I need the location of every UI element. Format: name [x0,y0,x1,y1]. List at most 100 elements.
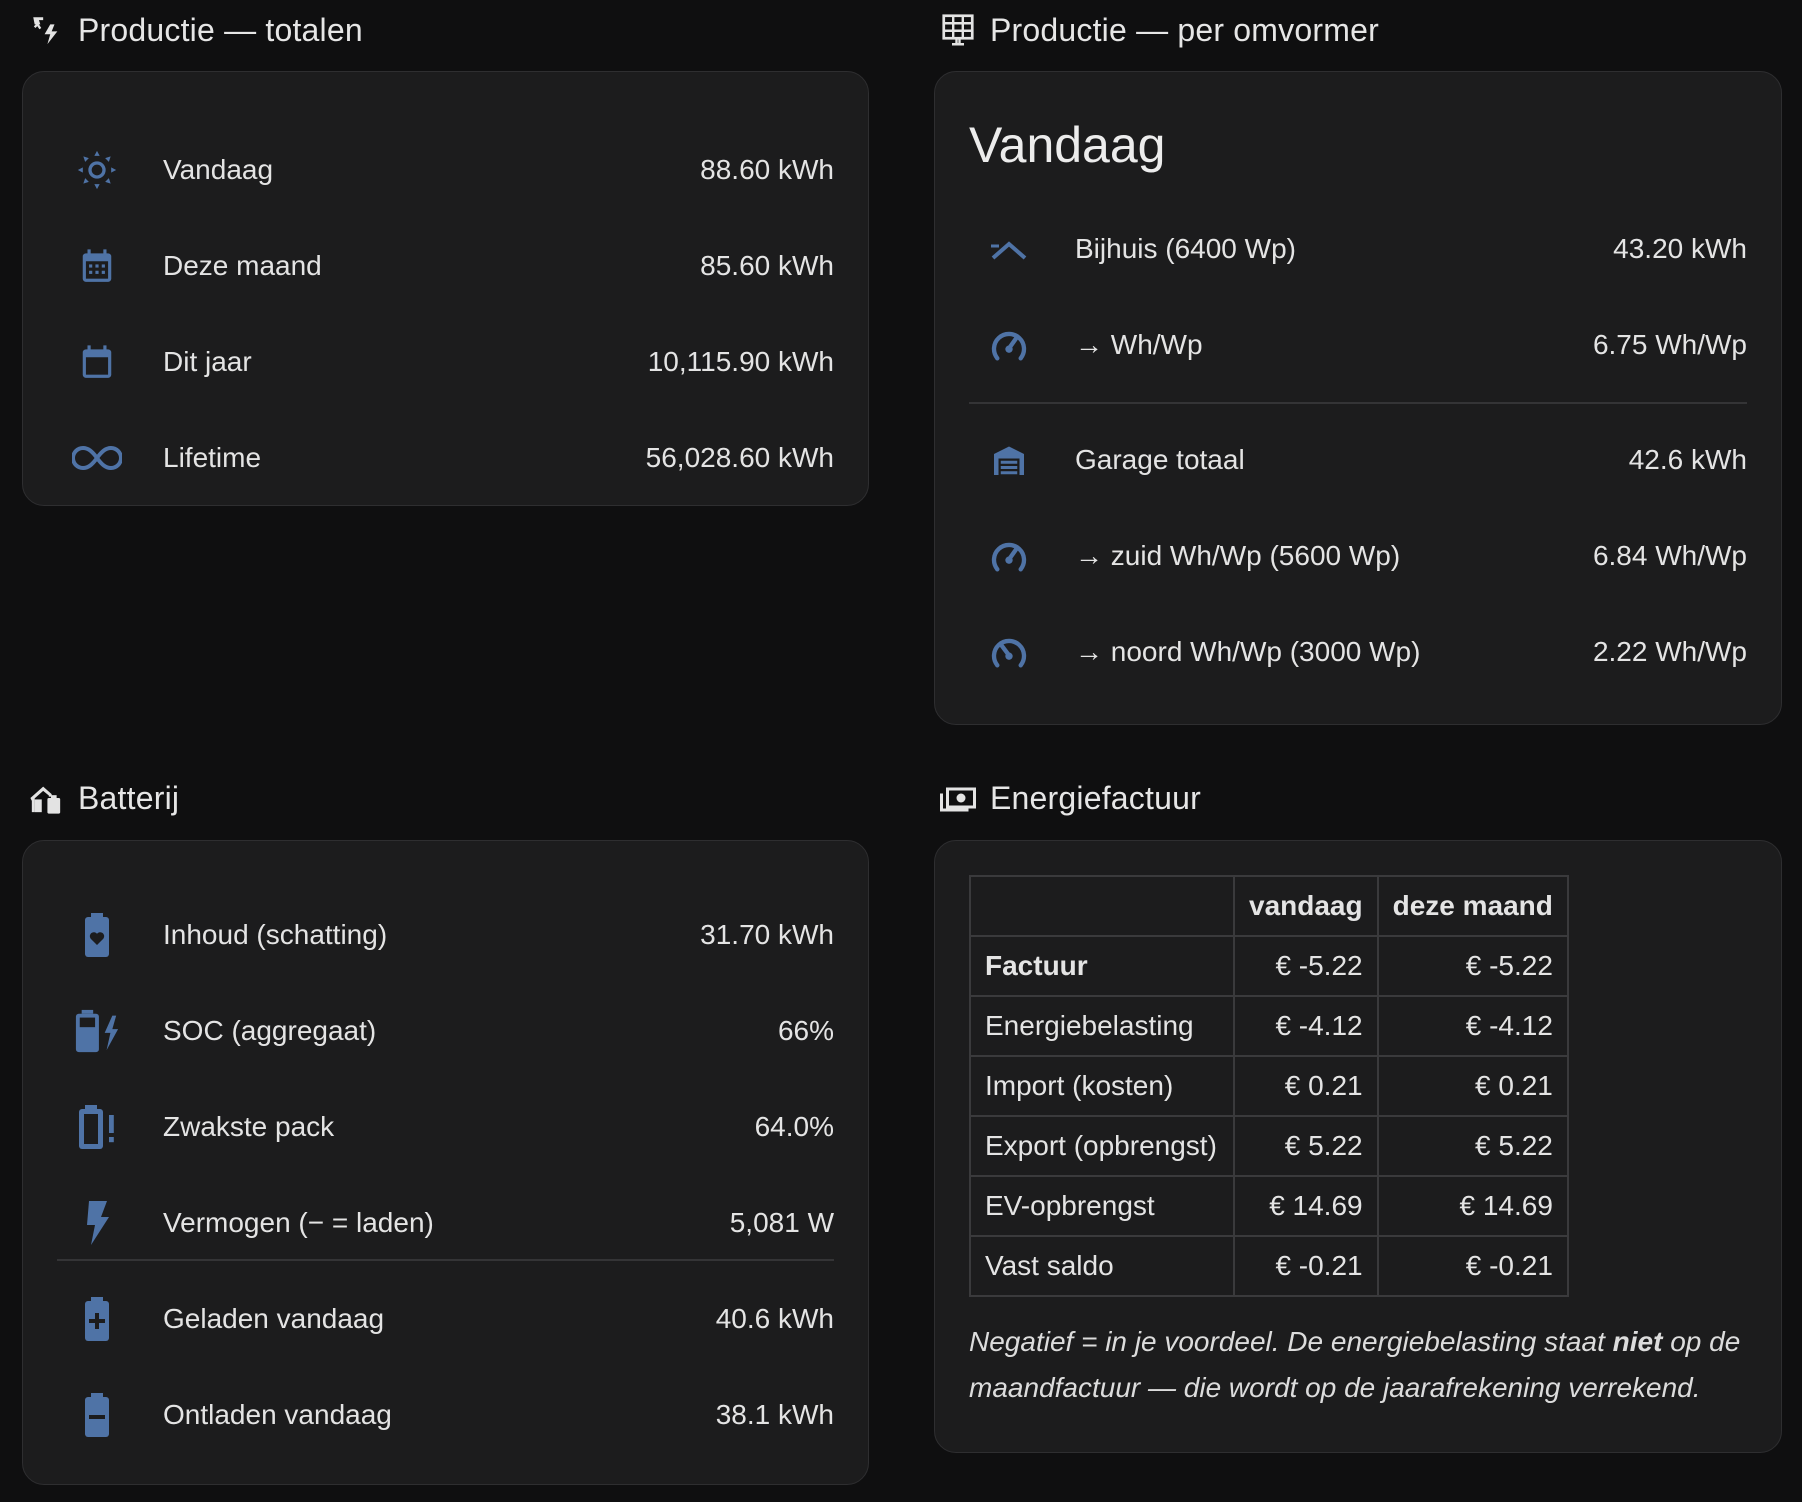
infinity-icon [61,443,133,473]
row-value: 40.6 kWh [715,1303,834,1334]
entity-row-deze-maand[interactable]: Deze maand 85.60 kWh [23,218,868,314]
row-label: Bijhuis (6400 Wp) [1075,233,1296,264]
cell-deze-maand: € -5.22 [1376,935,1569,997]
bill-table: vandaag deze maand Factuur € -5.22 € -5.… [969,875,1569,1297]
calendar-month-icon [61,246,133,286]
row-divider [969,402,1747,404]
calendar-blank-icon [61,342,133,382]
flash-icon [61,1201,133,1245]
row-label: SOC (aggregaat) [163,1015,377,1046]
gauge-icon [973,536,1045,576]
table-row: Export (opbrengst) € 5.22 € 5.22 [969,1115,1569,1177]
column-header [969,875,1235,937]
home-battery-icon [28,780,64,816]
entity-row-noord-whwp[interactable]: → noord Wh/Wp (3000 Wp) 2.22 Wh/Wp [935,604,1781,700]
roof-icon [973,234,1045,264]
section-title: Energiefactuur [990,779,1201,816]
section-header: Productie — per omvormer [940,0,1379,60]
battery-minus-icon [61,1393,133,1437]
table-header-row: vandaag deze maand [969,875,1569,937]
entity-row-zuid-whwp[interactable]: → zuid Wh/Wp (5600 Wp) 6.84 Wh/Wp [935,508,1781,604]
entity-row-ontladen-vandaag[interactable]: Ontladen vandaag 38.1 kWh [23,1367,868,1463]
row-label: Zwakste pack [163,1111,335,1142]
row-label: Geladen vandaag [163,1303,385,1334]
row-divider [57,1259,834,1261]
row-label: Export (opbrengst) [969,1115,1235,1177]
cell-vandaag: € -5.22 [1233,935,1379,997]
cell-deze-maand: € 14.69 [1376,1175,1569,1237]
entity-row-vandaag[interactable]: Vandaag 88.60 kWh [23,122,868,218]
cell-deze-maand: € -4.12 [1376,995,1569,1057]
row-label: Ontladen vandaag [163,1399,392,1430]
battery-plus-icon [61,1297,133,1341]
table-row: Import (kosten) € 0.21 € 0.21 [969,1055,1569,1117]
row-label: Vast saldo [969,1235,1235,1297]
footnote-text: Negatief = in je voordeel. De energiebel… [969,1326,1613,1357]
entity-row-garage-totaal[interactable]: Garage totaal 42.6 kWh [935,412,1781,508]
row-value: 88.60 kWh [700,154,834,185]
row-label: Inhoud (schatting) [163,919,388,950]
table-row: Energiebelasting € -4.12 € -4.12 [969,995,1569,1057]
solar-panel-icon [940,12,976,48]
section-title: Batterij [78,779,180,816]
cell-deze-maand: € -0.21 [1376,1235,1569,1297]
gauge-icon [973,325,1045,365]
section-header: Batterij [28,768,179,828]
row-value: 10,115.90 kWh [647,346,834,377]
entity-row-bijhuis[interactable]: Bijhuis (6400 Wp) 43.20 kWh [935,201,1781,297]
row-label: Energiebelasting [969,995,1235,1057]
row-value: 6.75 Wh/Wp [1592,329,1747,360]
card-productie-totalen: Vandaag 88.60 kWh Deze maand 85.60 kWh D… [22,71,869,506]
entity-row-geladen-vandaag[interactable]: Geladen vandaag 40.6 kWh [23,1271,868,1367]
row-label: Lifetime [163,442,262,473]
row-label: Vermogen (− = laden) [163,1207,434,1238]
row-value: 43.20 kWh [1613,233,1747,264]
cell-deze-maand: € 0.21 [1376,1055,1569,1117]
cell-vandaag: € 0.21 [1233,1055,1379,1117]
section-productie-omvormer: Productie — per omvormer [940,0,1780,60]
table-row: EV-opbrengst € 14.69 € 14.69 [969,1175,1569,1237]
card-productie-omvormer: Vandaag Bijhuis (6400 Wp) 43.20 kWh → Wh… [934,71,1782,725]
row-value: 66% [777,1015,834,1046]
table-row: Factuur € -5.22 € -5.22 [969,935,1569,997]
entity-row-zwakste-pack[interactable]: Zwakste pack 64.0% [23,1079,868,1175]
gauge-low-icon [973,632,1045,672]
row-label: → zuid Wh/Wp (5600 Wp) [1075,540,1401,571]
card-batterij: Inhoud (schatting) 31.70 kWh SOC (aggreg… [22,840,869,1485]
row-value: 2.22 Wh/Wp [1592,636,1747,667]
row-label: → noord Wh/Wp (3000 Wp) [1075,636,1421,667]
row-value: 56,028.60 kWh [645,442,834,473]
entity-row-soc[interactable]: SOC (aggregaat) 66% [23,983,868,1079]
battery-alert-icon [61,1105,133,1149]
card-energiefactuur: vandaag deze maand Factuur € -5.22 € -5.… [934,840,1782,1453]
section-header: Productie — totalen [28,0,363,60]
section-title: Productie — per omvormer [990,11,1379,48]
footnote: Negatief = in je voordeel. De energiebel… [969,1319,1749,1411]
row-value: 38.1 kWh [715,1399,834,1430]
cell-vandaag: € 14.69 [1233,1175,1379,1237]
garage-icon [973,442,1045,478]
section-title: Productie — totalen [78,11,363,48]
row-label: Garage totaal [1075,444,1245,475]
row-value: 64.0% [754,1111,834,1142]
entity-row-lifetime[interactable]: Lifetime 56,028.60 kWh [23,410,868,506]
entity-row-bijhuis-whwp[interactable]: → Wh/Wp 6.75 Wh/Wp [935,297,1781,393]
row-label: Dit jaar [163,346,252,377]
section-energiefactuur: Energiefactuur [940,768,1780,828]
entity-row-inhoud[interactable]: Inhoud (schatting) 31.70 kWh [23,887,868,983]
entity-row-vermogen[interactable]: Vermogen (− = laden) 5,081 W [23,1175,868,1271]
cash-icon [940,780,976,816]
row-value: 85.60 kWh [700,250,834,281]
row-label: Deze maand [163,250,322,281]
column-header: deze maand [1376,875,1569,937]
cell-vandaag: € -0.21 [1233,1235,1379,1297]
battery-charging-icon [61,1009,133,1053]
footnote-emphasis: niet [1612,1326,1663,1357]
row-value: 6.84 Wh/Wp [1592,540,1747,571]
row-value: 31.70 kWh [700,919,834,950]
row-label: Factuur [969,935,1235,997]
row-value: 42.6 kWh [1628,444,1747,475]
section-header: Energiefactuur [940,768,1201,828]
entity-row-dit-jaar[interactable]: Dit jaar 10,115.90 kWh [23,314,868,410]
row-label: Import (kosten) [969,1055,1235,1117]
